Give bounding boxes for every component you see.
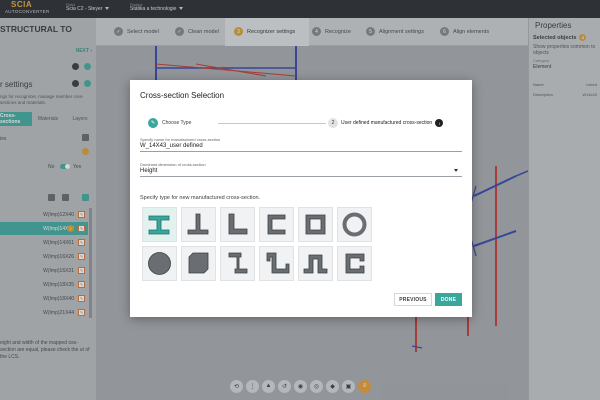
shape-rect-solid[interactable] xyxy=(181,246,216,281)
shape-prompt: Specify type for new manufactured cross-… xyxy=(140,195,261,201)
previous-button[interactable]: PREVIOUS xyxy=(394,293,432,306)
circle-hollow-icon xyxy=(342,212,367,237)
shape-circle-solid[interactable] xyxy=(142,246,177,281)
info-icon[interactable]: i xyxy=(435,119,444,127)
omega-icon xyxy=(303,254,328,274)
circle-solid-icon xyxy=(148,252,171,275)
channel-icon xyxy=(267,214,286,235)
dominant-dimension-select[interactable]: Dominant dimension of cross-section Heig… xyxy=(140,162,462,177)
c-lipped-icon xyxy=(345,253,365,274)
z-section-icon xyxy=(228,252,248,274)
angle-l-icon xyxy=(228,213,248,235)
shape-angle-t[interactable] xyxy=(181,207,216,242)
dimension-field-value: Height xyxy=(140,168,158,174)
angle-t-icon xyxy=(187,213,209,235)
shape-omega[interactable] xyxy=(298,246,333,281)
step-number-icon: 2 xyxy=(328,118,338,128)
shape-z-section[interactable] xyxy=(220,246,255,281)
step-choose-type[interactable]: ✎ Choose Type xyxy=(148,118,191,128)
name-field-value[interactable]: W_14X43_user defined xyxy=(140,142,462,151)
cross-section-dialog: Cross-section Selection ✎ Choose Type 2 … xyxy=(130,80,472,317)
pencil-icon: ✎ xyxy=(148,118,158,128)
name-field[interactable]: Specify name for manufactured cross-sect… xyxy=(140,137,462,152)
step-label: Choose Type xyxy=(162,120,192,126)
step-user-defined: 2 User defined manufactured cross-sectio… xyxy=(328,118,444,128)
shape-angle-l[interactable] xyxy=(220,207,255,242)
rect-solid-icon xyxy=(188,252,209,274)
stepper-divider xyxy=(218,123,326,124)
done-button[interactable]: DONE xyxy=(435,293,462,306)
shape-circle-hollow[interactable] xyxy=(337,207,372,242)
shape-c-lipped[interactable] xyxy=(337,246,372,281)
shape-rect-hollow[interactable] xyxy=(298,207,333,242)
shape-i-section[interactable] xyxy=(142,207,177,242)
dialog-title: Cross-section Selection xyxy=(140,91,225,100)
z-lipped-icon xyxy=(266,252,290,274)
step-label: User defined manufactured cross-section xyxy=(341,120,433,126)
i-section-icon xyxy=(148,215,170,235)
dialog-stepper: ✎ Choose Type 2 User defined manufacture… xyxy=(140,117,462,129)
shape-z-lipped[interactable] xyxy=(259,246,294,281)
rect-hollow-icon xyxy=(305,214,326,235)
chevron-down-icon xyxy=(454,169,458,172)
shape-channel[interactable] xyxy=(259,207,294,242)
